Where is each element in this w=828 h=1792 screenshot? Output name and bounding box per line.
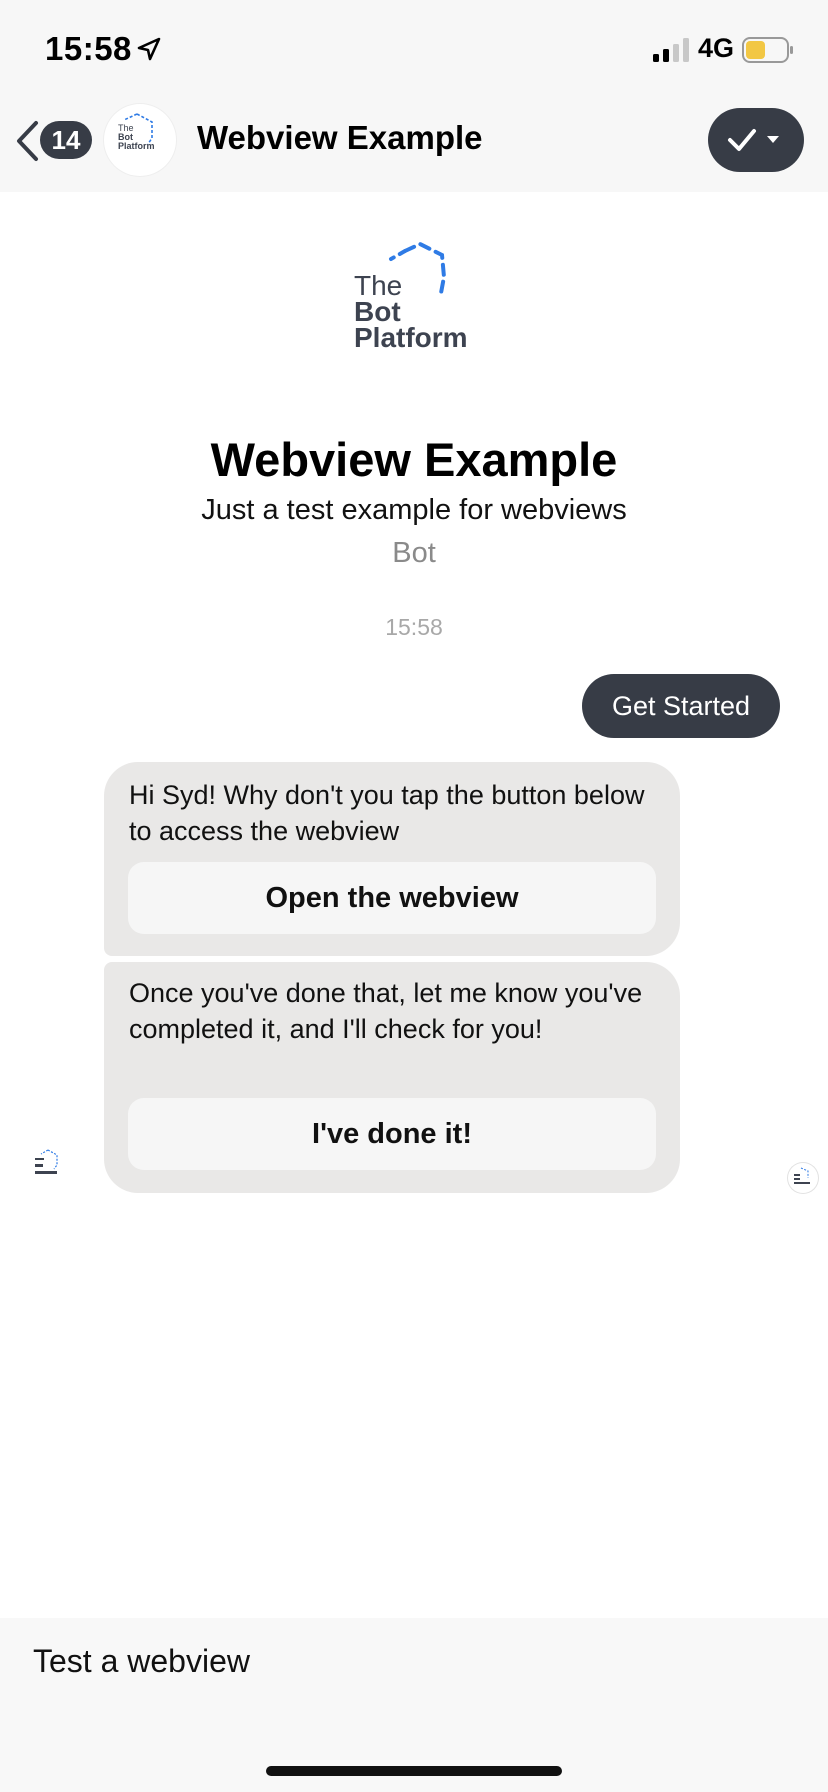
chat-title[interactable]: Webview Example: [197, 119, 483, 157]
read-receipt-avatar: [788, 1163, 818, 1193]
status-time: 15:58: [45, 30, 132, 67]
bot-platform-logo-icon: The Bot Platform: [118, 113, 155, 151]
signal-icon: [653, 38, 689, 62]
done-menu-button[interactable]: [708, 108, 804, 172]
caret-down-icon: [767, 136, 779, 143]
bot-avatar-small: [30, 1145, 72, 1187]
avatar-logo-line3: Platform: [118, 141, 155, 151]
bot-message-card: Once you've done that, let me know you'v…: [104, 962, 680, 1193]
message-timestamp: 15:58: [385, 614, 443, 640]
bot-platform-logo-icon: [35, 1149, 58, 1174]
profile-logo-line3: Platform: [354, 322, 468, 353]
network-type: 4G: [698, 33, 735, 63]
done-it-button[interactable]: I've done it!: [128, 1098, 656, 1170]
bot-message-text: Once you've done that, let me know you'v…: [129, 978, 643, 1044]
location-arrow-icon: [137, 37, 161, 61]
checkmark-icon: [728, 129, 779, 151]
profile-subtitle: Just a test example for webviews: [201, 494, 627, 526]
unread-count-badge[interactable]: 14: [40, 121, 92, 159]
profile-title: Webview Example: [210, 433, 618, 486]
profile-kind: Bot: [392, 537, 436, 569]
bot-profile-logo: The Bot Platform: [343, 237, 503, 382]
bot-message-text: Hi Syd! Why don't you tap the button bel…: [129, 780, 645, 846]
back-chevron-icon[interactable]: [14, 120, 40, 162]
outgoing-message: Get Started: [582, 674, 780, 738]
bot-avatar-header[interactable]: The Bot Platform: [104, 104, 176, 176]
bot-platform-logo-icon: The Bot Platform: [354, 241, 468, 353]
bot-platform-logo-icon: [794, 1167, 810, 1184]
composer-text[interactable]: Test a webview: [33, 1643, 250, 1680]
home-indicator[interactable]: [266, 1766, 562, 1776]
battery-icon: [742, 37, 793, 63]
bot-message-card: Hi Syd! Why don't you tap the button bel…: [104, 762, 680, 956]
open-webview-button[interactable]: Open the webview: [128, 862, 656, 934]
